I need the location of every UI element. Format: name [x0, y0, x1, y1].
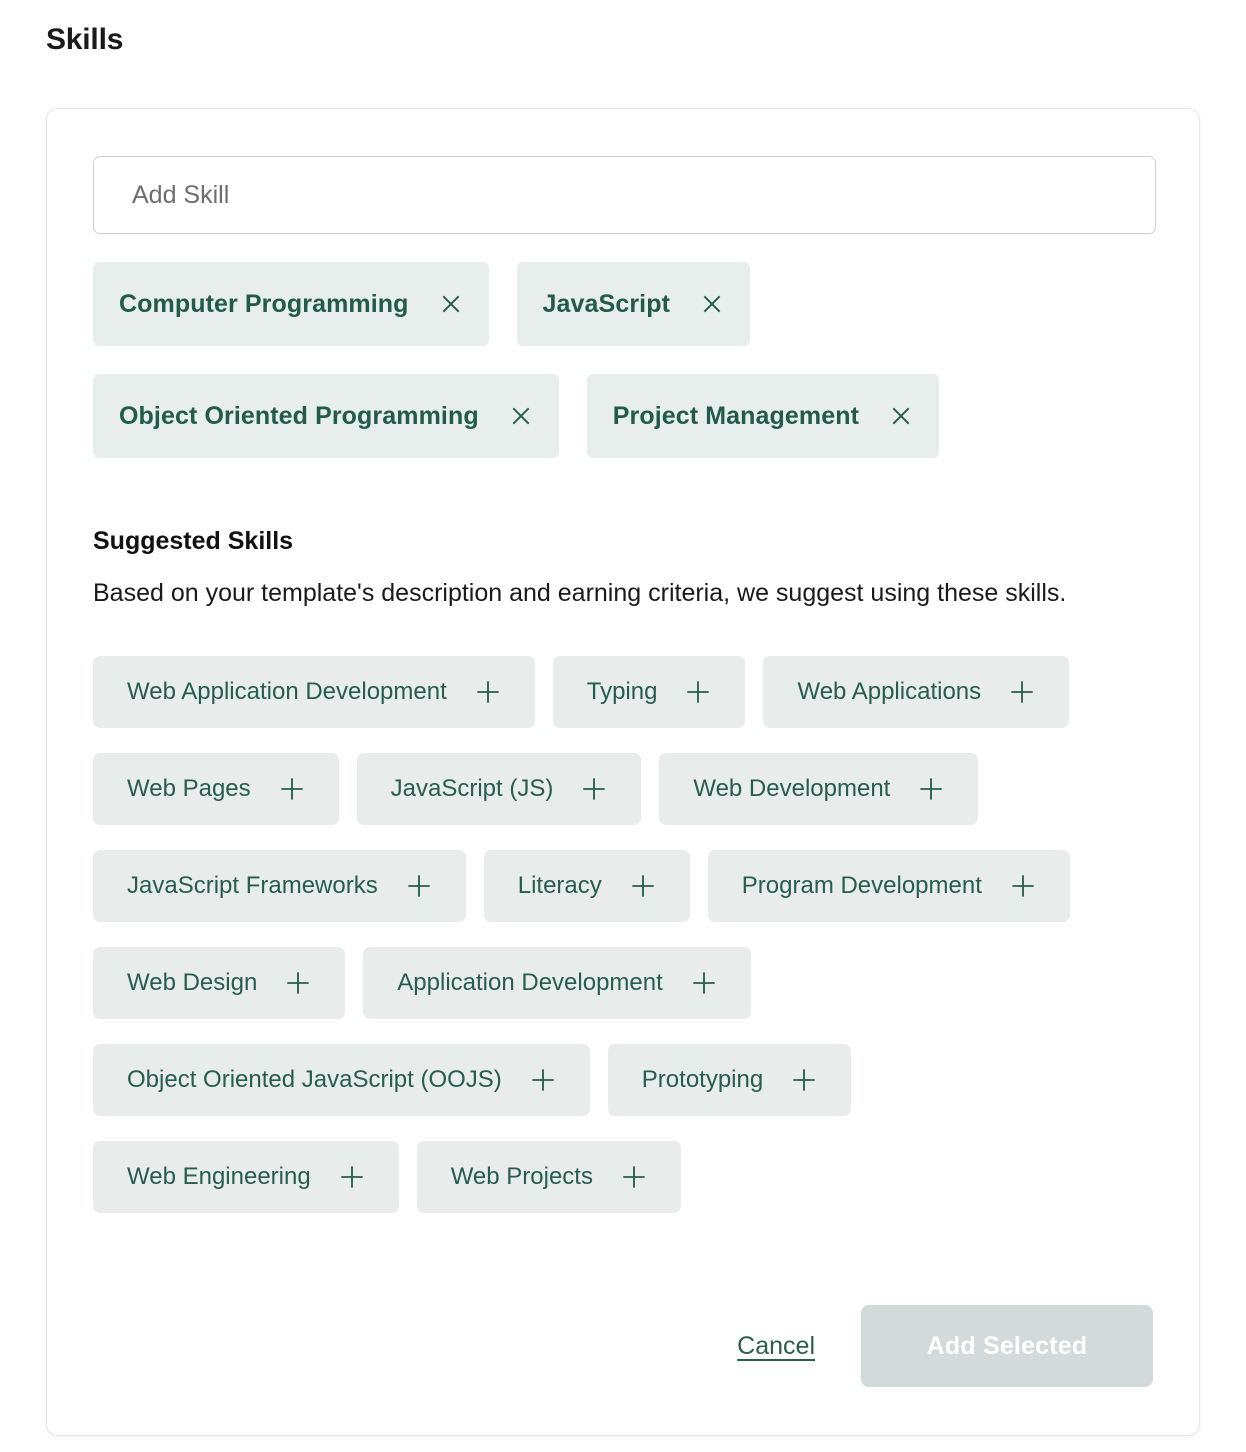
skills-card-body: Computer Programming JavaScript Object Ori… [93, 156, 1153, 1213]
skills-card: Computer Programming JavaScript Object Ori… [46, 108, 1200, 1436]
plus-icon[interactable] [581, 776, 607, 802]
suggested-skill-chip[interactable]: Web Engineering [93, 1141, 399, 1213]
suggested-skill-label: Literacy [518, 872, 602, 900]
plus-icon[interactable] [1010, 873, 1036, 899]
suggested-skill-label: Web Application Development [127, 678, 447, 706]
selected-skill-chip[interactable]: Object Oriented Programming [93, 374, 559, 458]
suggested-skill-chip[interactable]: Application Development [363, 947, 751, 1019]
suggested-skill-chip[interactable]: JavaScript Frameworks [93, 850, 466, 922]
selected-skill-chip[interactable]: Computer Programming [93, 262, 489, 346]
card-footer: Cancel Add Selected [93, 1305, 1153, 1387]
suggested-skill-label: Web Engineering [127, 1163, 311, 1191]
close-icon[interactable] [509, 404, 533, 428]
suggested-skill-chip[interactable]: Web Application Development [93, 656, 535, 728]
suggested-skill-chip[interactable]: Prototyping [608, 1044, 851, 1116]
suggested-skill-chip[interactable]: Web Development [659, 753, 978, 825]
close-icon[interactable] [439, 292, 463, 316]
selected-skill-label: Computer Programming [119, 290, 409, 319]
suggested-skill-chip[interactable]: Object Oriented JavaScript (OOJS) [93, 1044, 590, 1116]
selected-skill-label: Object Oriented Programming [119, 402, 479, 431]
plus-icon[interactable] [621, 1164, 647, 1190]
suggested-skill-label: Object Oriented JavaScript (OOJS) [127, 1066, 502, 1094]
suggested-skill-chip[interactable]: Web Projects [417, 1141, 681, 1213]
suggested-skills-description: Based on your template's description and… [93, 570, 1133, 616]
suggested-skill-chip[interactable]: Web Pages [93, 753, 339, 825]
cancel-button[interactable]: Cancel [737, 1332, 815, 1361]
plus-icon[interactable] [475, 679, 501, 705]
plus-icon[interactable] [339, 1164, 365, 1190]
suggested-skill-chip[interactable]: Web Applications [763, 656, 1069, 728]
plus-icon[interactable] [791, 1067, 817, 1093]
plus-icon[interactable] [630, 873, 656, 899]
suggested-skill-label: Web Pages [127, 775, 251, 803]
close-icon[interactable] [889, 404, 913, 428]
suggested-skills-heading: Suggested Skills [93, 524, 1153, 558]
suggested-skills-list: Web Application Development Typing Web App… [93, 656, 1158, 1213]
suggested-skill-label: Web Development [693, 775, 890, 803]
page-title: Skills [46, 20, 123, 60]
selected-skill-label: JavaScript [543, 290, 670, 319]
plus-icon[interactable] [685, 679, 711, 705]
skills-page: Skills Computer Programming JavaScript Obj… [0, 0, 1246, 1452]
suggested-skill-label: Web Applications [797, 678, 981, 706]
plus-icon[interactable] [279, 776, 305, 802]
plus-icon[interactable] [285, 970, 311, 996]
suggested-skill-label: Application Development [397, 969, 663, 997]
suggested-skill-label: Prototyping [642, 1066, 763, 1094]
plus-icon[interactable] [1009, 679, 1035, 705]
suggested-skill-label: Program Development [742, 872, 982, 900]
suggested-skill-label: Web Projects [451, 1163, 593, 1191]
suggested-skill-chip[interactable]: Web Design [93, 947, 345, 1019]
suggested-skill-chip[interactable]: Literacy [484, 850, 690, 922]
plus-icon[interactable] [691, 970, 717, 996]
suggested-skill-label: Typing [587, 678, 658, 706]
plus-icon[interactable] [530, 1067, 556, 1093]
selected-skill-chip[interactable]: JavaScript [517, 262, 750, 346]
suggested-skill-label: JavaScript Frameworks [127, 872, 378, 900]
suggested-skill-chip[interactable]: Typing [553, 656, 746, 728]
add-selected-button[interactable]: Add Selected [861, 1305, 1153, 1387]
suggested-skill-label: Web Design [127, 969, 257, 997]
suggested-skill-chip[interactable]: Program Development [708, 850, 1070, 922]
suggested-skill-label: JavaScript (JS) [391, 775, 554, 803]
selected-skills-list: Computer Programming JavaScript Object Ori… [93, 262, 1156, 458]
selected-skill-chip[interactable]: Project Management [587, 374, 939, 458]
close-icon[interactable] [700, 292, 724, 316]
add-skill-input[interactable] [93, 156, 1156, 234]
suggested-skill-chip[interactable]: JavaScript (JS) [357, 753, 642, 825]
selected-skill-label: Project Management [613, 402, 859, 431]
plus-icon[interactable] [406, 873, 432, 899]
plus-icon[interactable] [918, 776, 944, 802]
